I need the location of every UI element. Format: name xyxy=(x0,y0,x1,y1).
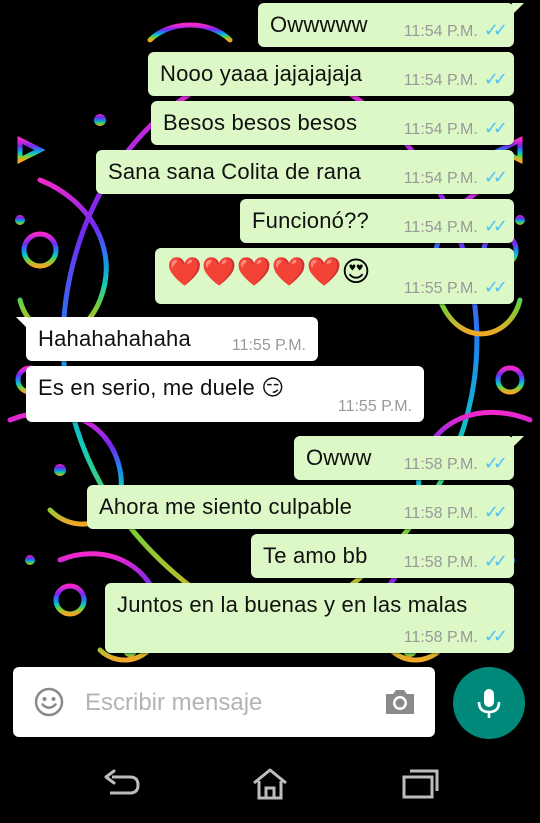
message-bubble-incoming[interactable]: Es en serio, me duele 😏 11:55 P.M. xyxy=(26,366,424,422)
double-check-icon: ✓✓ xyxy=(483,167,508,187)
message-time: 11:54 P.M. xyxy=(403,72,478,89)
double-check-icon: ✓✓ xyxy=(483,118,508,138)
message-meta: 11:55 P.M. ✓✓ xyxy=(403,277,508,298)
message-meta: 11:54 P.M. ✓✓ xyxy=(403,118,508,139)
message-bubble-outgoing[interactable]: Owwwww 11:54 P.M. ✓✓ xyxy=(258,3,524,47)
message-bubble-outgoing[interactable]: Nooo yaaa jajajajaja 11:54 P.M. ✓✓ xyxy=(148,52,514,96)
smiley-icon[interactable] xyxy=(33,686,65,718)
back-icon[interactable] xyxy=(102,767,142,801)
message-meta: 11:55 P.M. xyxy=(338,398,412,416)
double-check-icon: ✓✓ xyxy=(483,277,508,297)
message-bubble-outgoing[interactable]: Besos besos besos 11:54 P.M. ✓✓ xyxy=(151,101,514,145)
recents-icon[interactable] xyxy=(400,767,440,801)
message-bubble-outgoing[interactable]: Funcionó?? 11:54 P.M. ✓✓ xyxy=(240,199,514,243)
double-check-icon: ✓✓ xyxy=(483,453,508,473)
message-list[interactable]: Owwwww 11:54 P.M. ✓✓ Nooo yaaa jajajajaja… xyxy=(0,0,540,660)
message-bubble-outgoing[interactable]: Sana sana Colita de rana 11:54 P.M. ✓✓ xyxy=(96,150,514,194)
double-check-icon: ✓✓ xyxy=(483,551,508,571)
message-time: 11:54 P.M. xyxy=(403,121,478,138)
double-check-icon: ✓✓ xyxy=(483,502,508,522)
message-time: 11:55 P.M. xyxy=(231,337,306,354)
message-meta: 11:55 P.M. xyxy=(232,337,306,355)
message-meta: 11:58 P.M. ✓✓ xyxy=(403,502,508,523)
message-text: Juntos en la buenas y en las malas xyxy=(117,592,468,617)
message-bubble-outgoing[interactable]: Ahora me siento culpable 11:58 P.M. ✓✓ xyxy=(87,485,514,529)
double-check-icon: ✓✓ xyxy=(483,216,508,236)
message-bubble-outgoing[interactable]: Owww 11:58 P.M. ✓✓ xyxy=(294,436,524,480)
message-meta: 11:54 P.M. ✓✓ xyxy=(403,167,508,188)
message-bubble-outgoing[interactable]: Juntos en la buenas y en las malas 11:58… xyxy=(105,583,514,653)
message-time: 11:58 P.M. xyxy=(403,554,478,571)
android-nav-bar xyxy=(0,745,540,823)
message-meta: 11:54 P.M. ✓✓ xyxy=(403,216,508,237)
double-check-icon: ✓✓ xyxy=(483,69,508,89)
message-time: 11:55 P.M. xyxy=(337,398,412,415)
message-time: 11:58 P.M. xyxy=(403,505,478,522)
message-meta: 11:54 P.M. ✓✓ xyxy=(403,20,508,41)
message-time: 11:54 P.M. xyxy=(403,170,478,187)
message-bubble-incoming[interactable]: Hahahahahaha 11:55 P.M. xyxy=(16,317,318,361)
message-time: 11:54 P.M. xyxy=(403,219,478,236)
message-time: 11:54 P.M. xyxy=(403,23,478,40)
message-composer[interactable]: Escribir mensaje xyxy=(13,667,435,737)
message-time: 11:58 P.M. xyxy=(403,456,478,473)
microphone-icon xyxy=(477,689,501,718)
message-meta: 11:58 P.M. ✓✓ xyxy=(403,453,508,474)
home-icon[interactable] xyxy=(250,767,290,801)
message-time: 11:55 P.M. xyxy=(403,280,478,297)
message-bubble-outgoing[interactable]: Te amo bb 11:58 P.M. ✓✓ xyxy=(251,534,514,578)
message-meta: 11:54 P.M. ✓✓ xyxy=(403,69,508,90)
message-input[interactable]: Escribir mensaje xyxy=(85,689,262,717)
message-time: 11:58 P.M. xyxy=(403,629,478,646)
camera-icon[interactable] xyxy=(383,687,417,717)
record-voice-button[interactable] xyxy=(453,667,525,739)
double-check-icon: ✓✓ xyxy=(483,626,508,646)
message-meta: 11:58 P.M. ✓✓ xyxy=(403,626,508,647)
message-meta: 11:58 P.M. ✓✓ xyxy=(403,551,508,572)
message-bubble-outgoing[interactable]: ❤️❤️❤️❤️❤️😍 11:55 P.M. ✓✓ xyxy=(155,248,514,304)
double-check-icon: ✓✓ xyxy=(483,20,508,40)
